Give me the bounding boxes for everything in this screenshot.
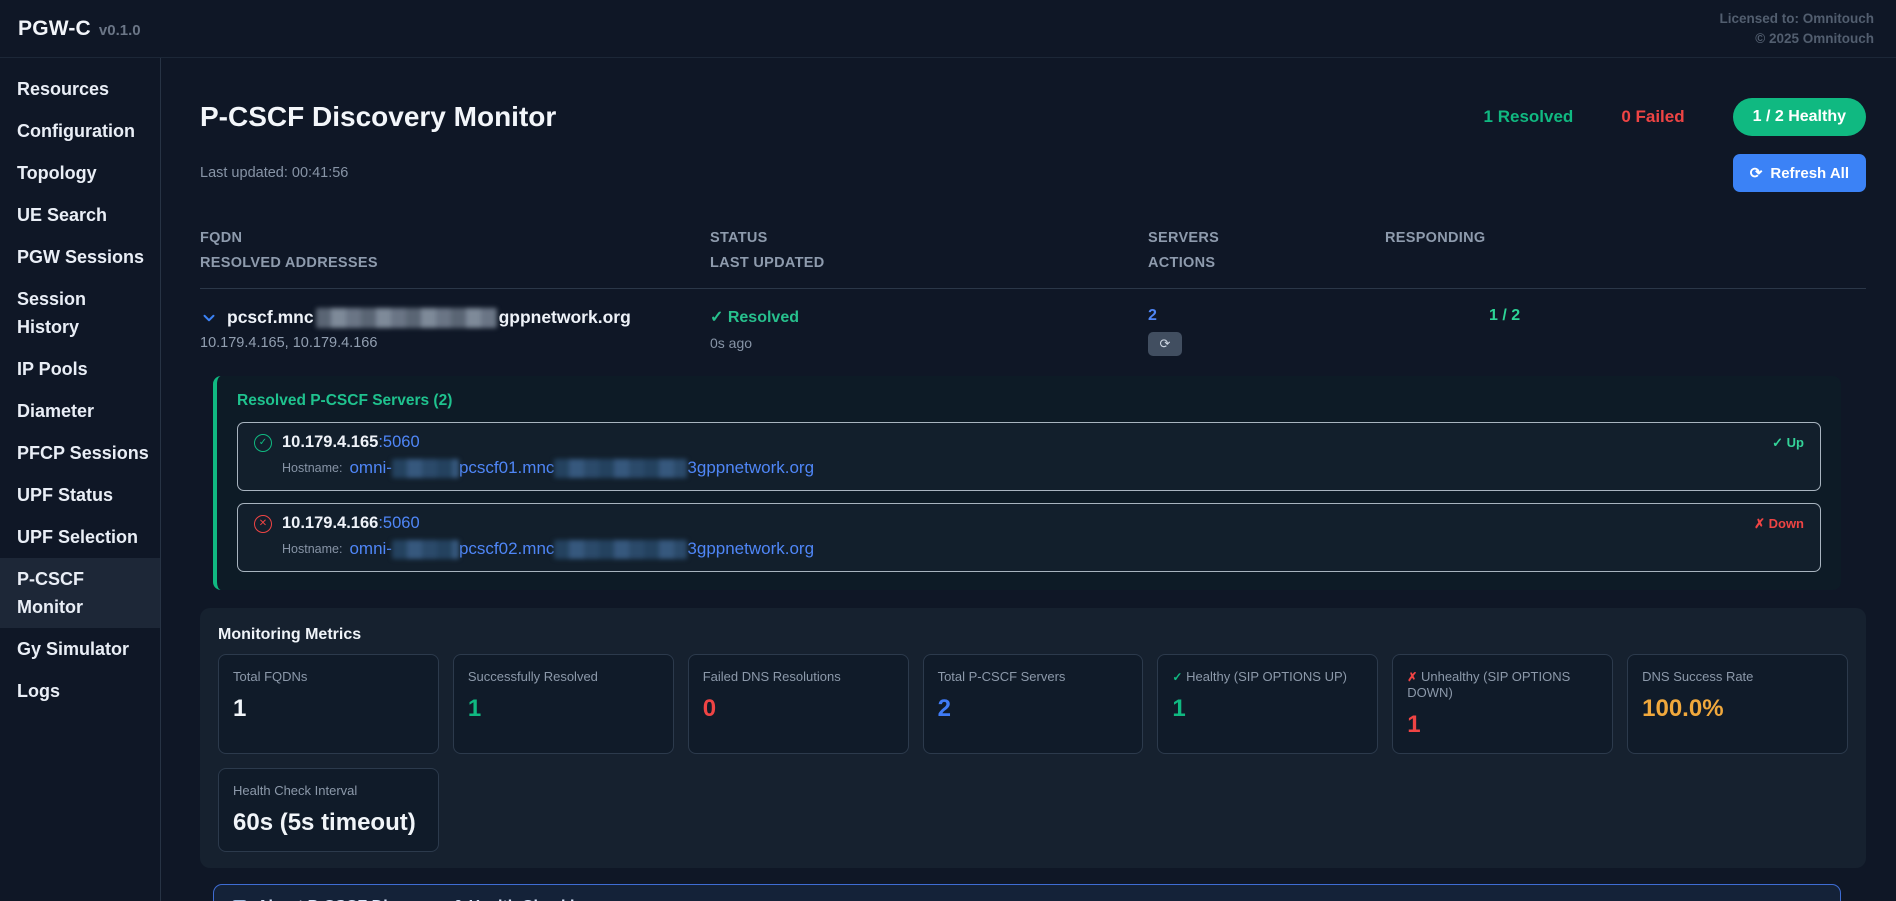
server-hostname: omni-pcscf01.mnc3gppnetwork.org bbox=[349, 458, 814, 478]
sidebar-nav: Resources Configuration Topology UE Sear… bbox=[0, 58, 161, 901]
page-title: P-CSCF Discovery Monitor bbox=[200, 101, 556, 133]
metric-card-total-fqdns: Total FQDNs 1 bbox=[218, 654, 439, 754]
sidebar-item-logs[interactable]: Logs bbox=[0, 670, 160, 712]
redacted-text bbox=[554, 540, 687, 559]
metric-value: 2 bbox=[938, 695, 1129, 723]
header-stats: 1 Resolved 0 Failed 1 / 2 Healthy bbox=[1484, 98, 1866, 136]
column-header-responding: RESPONDING bbox=[1385, 226, 1866, 276]
refresh-all-button[interactable]: ⟳ Refresh All bbox=[1733, 154, 1866, 192]
server-ip-port: 10.179.4.166:5060 bbox=[282, 514, 420, 533]
metric-value: 1 bbox=[1407, 711, 1598, 739]
server-down-badge: ✗ Down bbox=[1754, 516, 1804, 532]
metric-card-successfully-resolved: Successfully Resolved 1 bbox=[453, 654, 674, 754]
column-header-servers: SERVERS ACTIONS bbox=[1148, 226, 1385, 276]
redacted-text bbox=[392, 459, 459, 478]
app-version: v0.1.0 bbox=[99, 22, 141, 39]
about-card: i About P-CSCF Discovery & Health Checki… bbox=[213, 884, 1841, 901]
metric-value: 1 bbox=[1172, 695, 1363, 723]
row-refresh-button[interactable]: ⟳ bbox=[1148, 332, 1182, 356]
sidebar-item-pgw-sessions[interactable]: PGW Sessions bbox=[0, 236, 160, 278]
sidebar-item-configuration[interactable]: Configuration bbox=[0, 110, 160, 152]
status-resolved: ✓ Resolved bbox=[710, 307, 1148, 327]
last-updated-text: Last updated: 00:41:56 bbox=[200, 165, 348, 181]
chevron-down-icon[interactable] bbox=[200, 309, 218, 327]
refresh-all-label: Refresh All bbox=[1770, 165, 1849, 182]
resolved-servers-title: Resolved P-CSCF Servers (2) bbox=[237, 392, 1821, 410]
redacted-text bbox=[316, 308, 497, 328]
app-name: PGW-C bbox=[18, 17, 91, 41]
metric-value: 0 bbox=[703, 695, 894, 723]
table-header: FQDN RESOLVED ADDRESSES STATUS LAST UPDA… bbox=[200, 226, 1866, 289]
licensed-to-text: Licensed to: Omnitouch bbox=[1719, 9, 1874, 29]
metric-card-health-check-interval: Health Check Interval 60s (5s timeout) bbox=[218, 768, 439, 852]
sidebar-item-ip-pools[interactable]: IP Pools bbox=[0, 348, 160, 390]
license-info: Licensed to: Omnitouch © 2025 Omnitouch bbox=[1719, 9, 1874, 49]
sidebar-item-upf-selection[interactable]: UPF Selection bbox=[0, 516, 160, 558]
sidebar-item-topology[interactable]: Topology bbox=[0, 152, 160, 194]
metrics-grid: Total FQDNs 1 Successfully Resolved 1 Fa… bbox=[218, 654, 1848, 852]
responding-ratio: 1 / 2 bbox=[1385, 307, 1866, 325]
server-up-badge: ✓ Up bbox=[1772, 435, 1804, 451]
metrics-title: Monitoring Metrics bbox=[218, 626, 1848, 644]
metric-value: 1 bbox=[233, 695, 424, 723]
metric-card-failed-dns: Failed DNS Resolutions 0 bbox=[688, 654, 909, 754]
hostname-label: Hostname: bbox=[282, 461, 342, 475]
sidebar-item-diameter[interactable]: Diameter bbox=[0, 390, 160, 432]
last-updated-age: 0s ago bbox=[710, 335, 1148, 351]
column-header-fqdn: FQDN RESOLVED ADDRESSES bbox=[200, 226, 710, 276]
metric-value: 100.0% bbox=[1642, 695, 1833, 723]
metric-card-total-servers: Total P-CSCF Servers 2 bbox=[923, 654, 1144, 754]
metric-card-healthy: ✓ Healthy (SIP OPTIONS UP) 1 bbox=[1157, 654, 1378, 754]
refresh-icon: ⟳ bbox=[1750, 164, 1763, 182]
column-header-status: STATUS LAST UPDATED bbox=[710, 226, 1148, 276]
sidebar-item-upf-status[interactable]: UPF Status bbox=[0, 474, 160, 516]
redacted-text bbox=[392, 540, 459, 559]
top-bar: PGW-C v0.1.0 Licensed to: Omnitouch © 20… bbox=[0, 0, 1896, 58]
x-icon: ✗ bbox=[1407, 670, 1417, 684]
sidebar-item-session-history[interactable]: Session History bbox=[0, 278, 160, 348]
fqdn-expand-toggle[interactable]: pcscf.mncgppnetwork.org bbox=[200, 307, 710, 328]
x-circle-icon: ✕ bbox=[254, 515, 272, 533]
sidebar-item-pfcp-sessions[interactable]: PFCP Sessions bbox=[0, 432, 160, 474]
sidebar-item-pcscf-monitor[interactable]: P-CSCF Monitor bbox=[0, 558, 160, 628]
server-card: ✕ 10.179.4.166:5060 ✗ Down Hostname: omn… bbox=[237, 503, 1821, 572]
server-ip-port: 10.179.4.165:5060 bbox=[282, 433, 420, 452]
metric-card-dns-success-rate: DNS Success Rate 100.0% bbox=[1627, 654, 1848, 754]
servers-count: 2 bbox=[1148, 307, 1385, 325]
sidebar-item-resources[interactable]: Resources bbox=[0, 68, 160, 110]
metric-value: 1 bbox=[468, 695, 659, 723]
table-row: pcscf.mncgppnetwork.org 10.179.4.165, 10… bbox=[200, 289, 1866, 356]
check-circle-icon: ✓ bbox=[254, 434, 272, 452]
redacted-text bbox=[554, 459, 687, 478]
resolved-count: 1 Resolved bbox=[1484, 107, 1574, 127]
metric-value: 60s (5s timeout) bbox=[233, 809, 424, 837]
healthy-status-badge: 1 / 2 Healthy bbox=[1733, 98, 1866, 136]
main-content: P-CSCF Discovery Monitor 1 Resolved 0 Fa… bbox=[161, 58, 1896, 901]
check-icon: ✓ bbox=[1172, 670, 1182, 684]
sidebar-item-ue-search[interactable]: UE Search bbox=[0, 194, 160, 236]
sidebar-item-gy-simulator[interactable]: Gy Simulator bbox=[0, 628, 160, 670]
resolved-addresses: 10.179.4.165, 10.179.4.166 bbox=[200, 335, 710, 351]
fqdn-value: pcscf.mncgppnetwork.org bbox=[227, 307, 631, 328]
resolved-servers-panel: Resolved P-CSCF Servers (2) ✓ 10.179.4.1… bbox=[213, 376, 1841, 590]
monitoring-metrics-panel: Monitoring Metrics Total FQDNs 1 Success… bbox=[200, 608, 1866, 868]
hostname-label: Hostname: bbox=[282, 542, 342, 556]
copyright-text: © 2025 Omnitouch bbox=[1719, 29, 1874, 49]
metric-card-unhealthy: ✗ Unhealthy (SIP OPTIONS DOWN) 1 bbox=[1392, 654, 1613, 754]
failed-count: 0 Failed bbox=[1621, 107, 1684, 127]
server-card: ✓ 10.179.4.165:5060 ✓ Up Hostname: omni-… bbox=[237, 422, 1821, 491]
refresh-icon: ⟳ bbox=[1160, 336, 1171, 351]
app-brand: PGW-C v0.1.0 bbox=[18, 17, 141, 41]
server-hostname: omni-pcscf02.mnc3gppnetwork.org bbox=[349, 539, 814, 559]
